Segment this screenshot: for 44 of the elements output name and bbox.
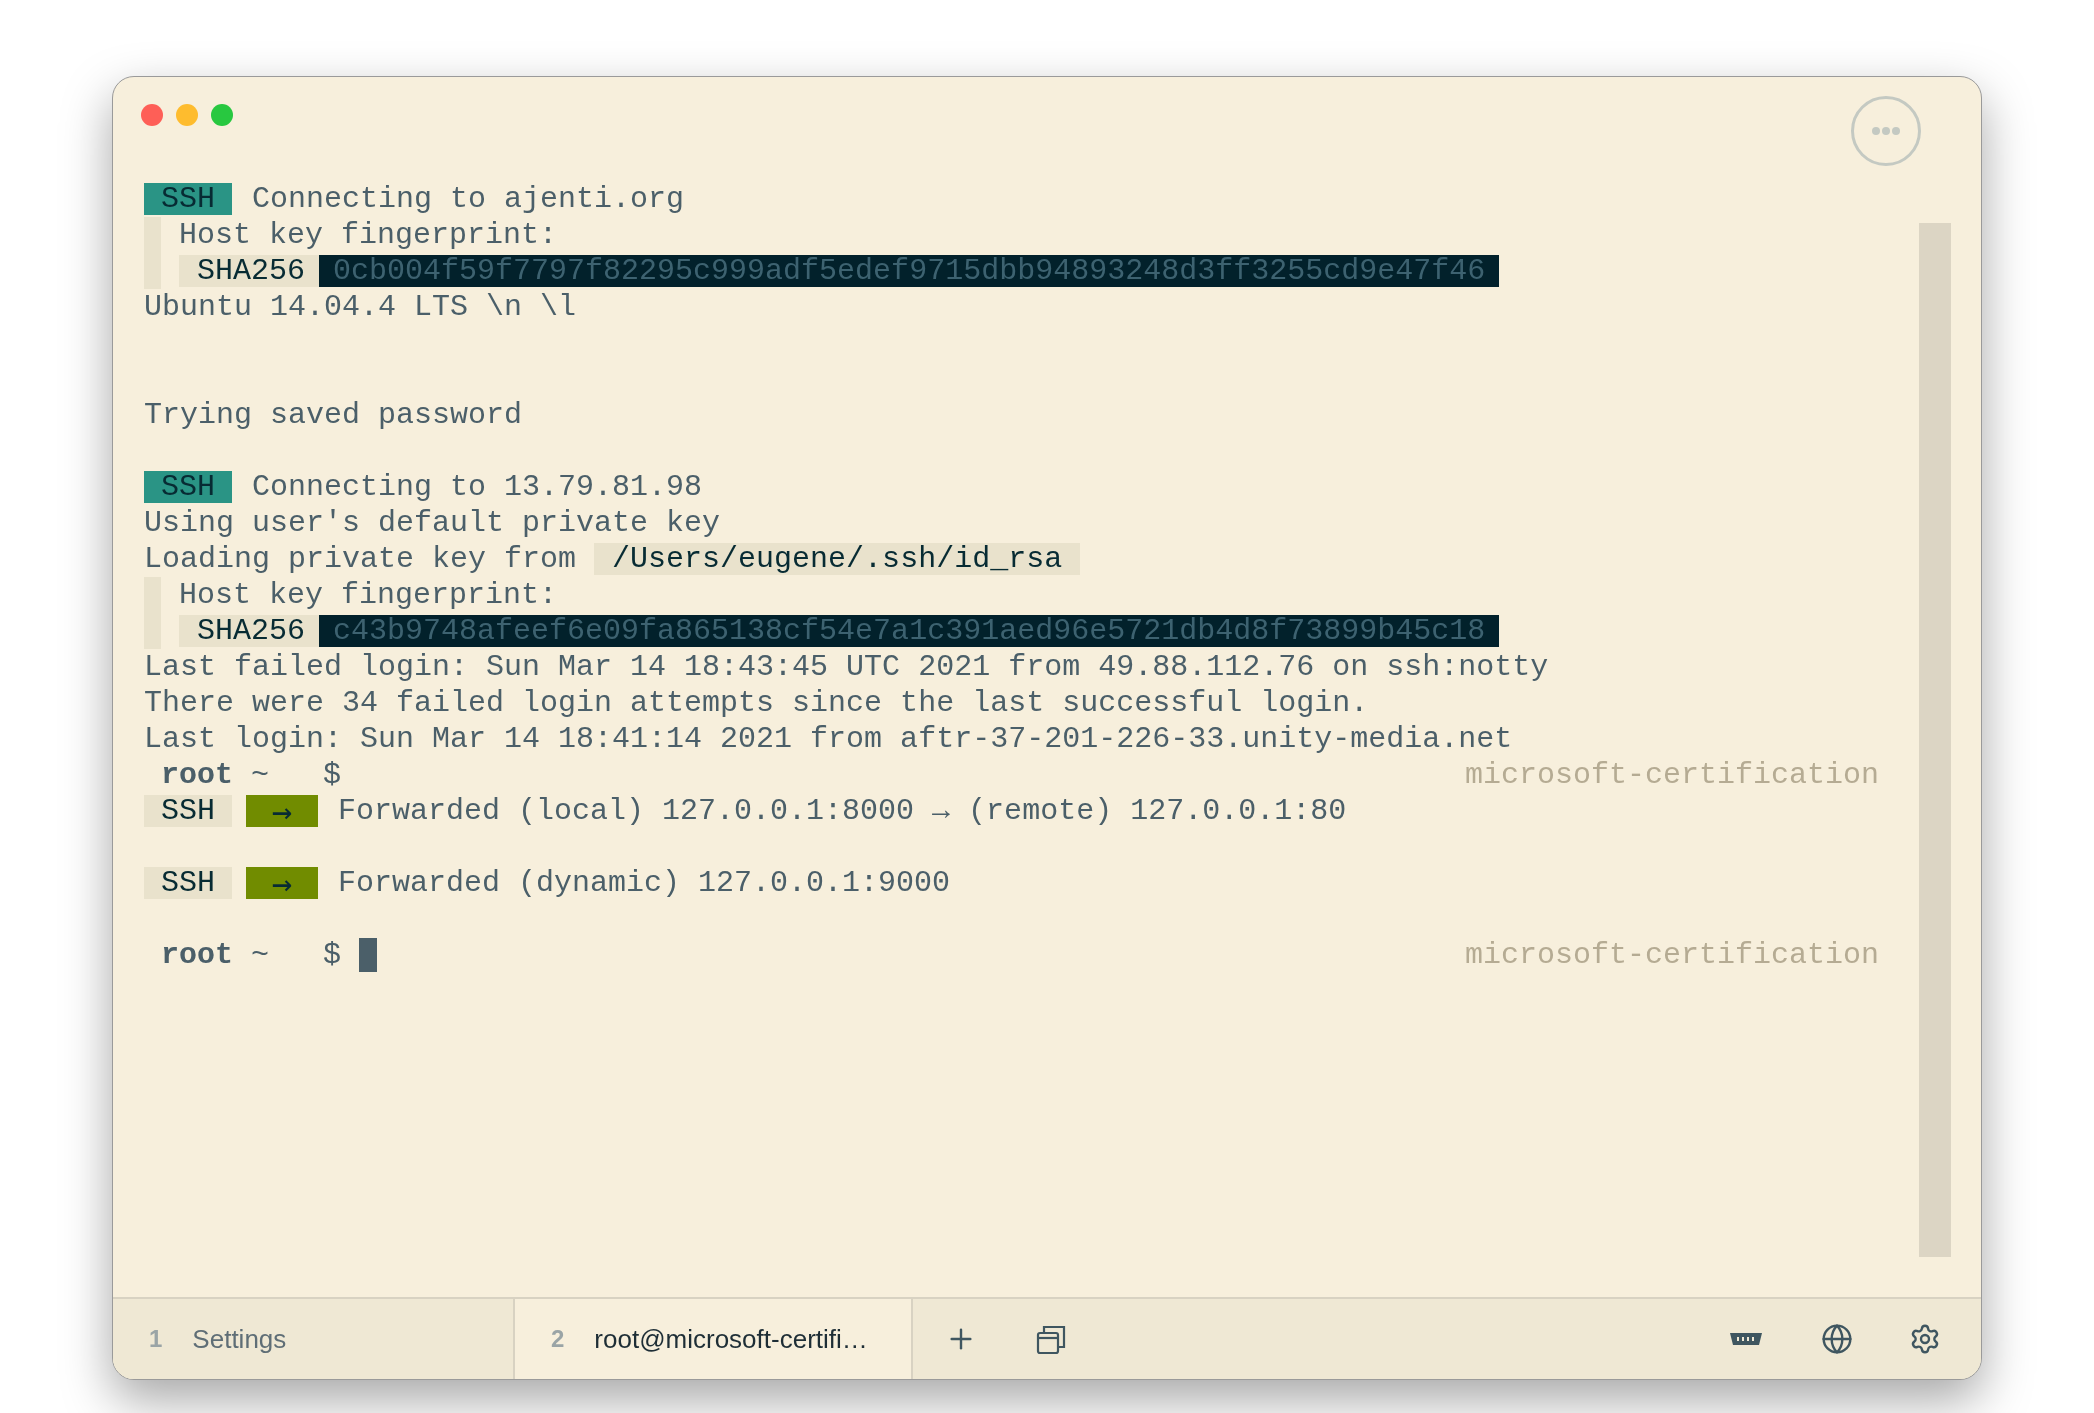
terminal-line: Ubuntu 14.04.4 LTS \n \l (144, 290, 577, 324)
tab[interactable]: 2 root@microsoft-certifi… (515, 1299, 913, 1379)
ellipsis-icon (1872, 126, 1900, 136)
port-icon (1729, 1331, 1763, 1347)
tab-number: 1 (149, 1325, 163, 1353)
terminal-line: Connecting to ajenti.org (252, 182, 685, 216)
settings-icon (1909, 1323, 1941, 1355)
prompt-symbol: $ (323, 758, 342, 792)
close-button[interactable] (141, 104, 163, 126)
terminal-line: There were 34 failed login attempts since the last successful login. (144, 686, 1369, 720)
terminal-line: Host key fingerprint: (179, 578, 558, 612)
tab-number: 2 (551, 1325, 565, 1353)
arrow-badge: → (246, 795, 318, 827)
tab-title: Settings (192, 1323, 287, 1355)
prompt-user: root (161, 938, 233, 972)
terminal-line: Trying saved password (144, 398, 523, 432)
ssh-badge: SSH (144, 471, 232, 503)
ssh-badge: SSH (144, 183, 232, 215)
globe-icon (1821, 1323, 1853, 1355)
ssh-badge: SSH (144, 867, 232, 899)
terminal-line: Last login: Sun Mar 14 18:41:14 2021 from aftr-37-201-226-33.unity-media.net (144, 722, 1513, 756)
terminal-line: Loading private key from (144, 542, 577, 576)
prompt-user: root (161, 758, 233, 792)
fingerprint-hash: c43b9748afeef6e09fa865138cf54e7a1c391aed96e5721db4d8f73899b45c18 (319, 615, 1500, 647)
terminal-line: Last failed login: Sun Mar 14 18:43:45 UTC 2021 from 49.88.112.76 on ssh:notty (144, 650, 1549, 684)
tab-title: root@microsoft-certifi… (594, 1323, 868, 1355)
prompt-hostname: microsoft-certification (1464, 938, 1879, 972)
terminal-line: Host key fingerprint: (179, 218, 558, 252)
prompt-directory: ~ (251, 938, 270, 972)
scrollbar[interactable] (1919, 223, 1951, 1257)
fingerprint-hash: 0cb004f59f7797f82295c999adf5edef9715dbb94893248d3ff3255cd9e47f46 (319, 255, 1500, 287)
terminal-line: Connecting to 13.79.81.98 (252, 470, 703, 504)
algorithm-label: SHA256 (179, 255, 320, 287)
tab[interactable]: 1 Settings (113, 1299, 515, 1379)
arrow-badge: → (246, 867, 318, 899)
algorithm-label: SHA256 (179, 615, 320, 647)
prompt-directory: ~ (251, 758, 270, 792)
prompt-hostname: microsoft-certification (1464, 758, 1879, 792)
terminal-line: Forwarded (dynamic) 127.0.0.1:9000 (338, 866, 951, 900)
terminal-line: Using user's default private key (144, 506, 721, 540)
ssh-badge: SSH (144, 795, 232, 827)
prompt-symbol: $ (323, 938, 342, 972)
terminal-line: Forwarded (local) 127.0.0.1:8000 → (remote) 127.0.0.1:80 (338, 794, 1347, 828)
file-path: /Users/eugene/.ssh/id_rsa (594, 543, 1081, 575)
